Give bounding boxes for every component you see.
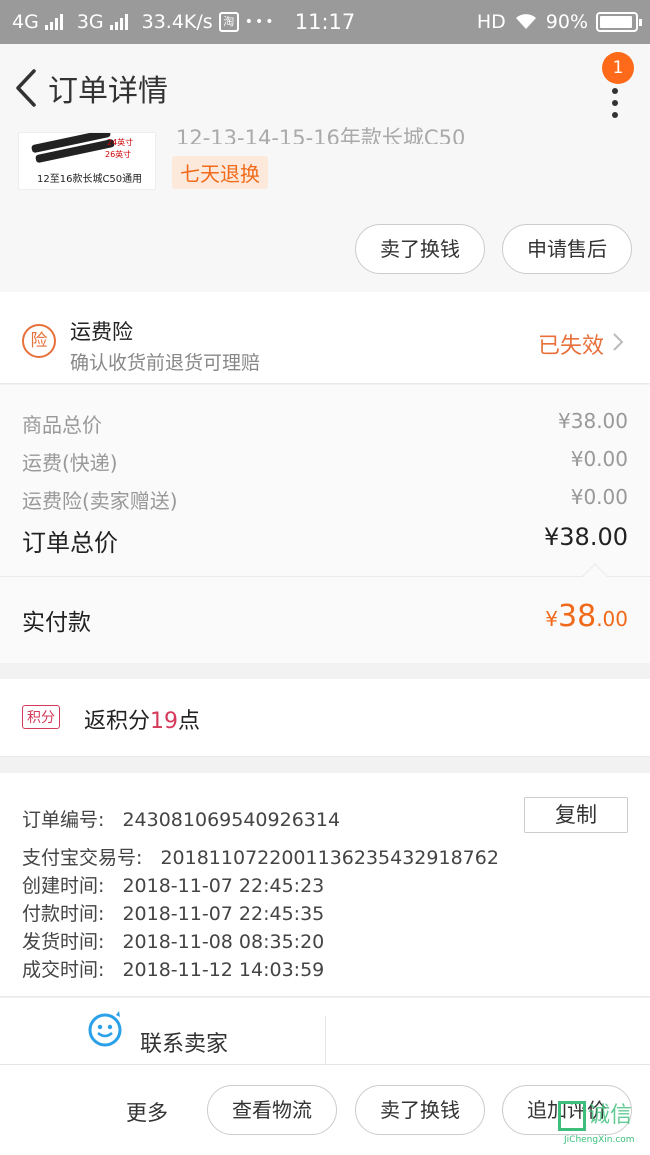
page-title: 订单详情 [48, 74, 168, 109]
points-text: 返积分19点 [84, 703, 200, 735]
copy-button[interactable]: 复制 [524, 797, 628, 833]
thumb-label-26: 26英寸 [105, 150, 132, 159]
nav-header: 订单详情 1 [0, 44, 650, 132]
taobao-notification-icon: 淘 [218, 12, 239, 32]
currency-symbol: ¥ [545, 607, 558, 631]
order-total-row: 订单总价 ¥38.00 [22, 523, 628, 558]
watermark-logo: 诚信 JiChengXin.com [528, 1095, 646, 1147]
signal-icon-2 [109, 14, 128, 30]
points-prefix: 返积分 [84, 709, 151, 734]
order-total-value: ¥38.00 [544, 523, 628, 551]
price-label: 运费(快递) [22, 451, 118, 475]
price-row: 运费险(卖家赠送) ¥0.00 [22, 485, 628, 514]
back-button[interactable] [4, 58, 48, 118]
price-value: ¥38.00 [558, 409, 628, 433]
actual-payment-amount: ¥38.00 [545, 599, 628, 634]
insurance-subtitle: 确认收货前退货可理赔 [70, 352, 261, 374]
battery-percent: 90% [545, 11, 588, 33]
time-label: 成交时间: [22, 959, 105, 981]
actual-payment-row: 实付款 ¥38.00 [0, 563, 650, 663]
alipay-label: 支付宝交易号: [22, 847, 143, 869]
signal-icon [44, 14, 63, 30]
price-value: ¥0.00 [570, 447, 628, 471]
notification-badge: 1 [602, 52, 634, 84]
alipay-number-row: 支付宝交易号: 2018110722001136235432918762 [22, 843, 499, 870]
points-icon: 积分 [22, 705, 60, 729]
price-row: 商品总价 ¥38.00 [22, 409, 628, 438]
time-row: 创建时间: 2018-11-07 22:45:23 [22, 871, 324, 898]
smiley-chat-icon[interactable] [86, 1010, 124, 1048]
contact-seller-button[interactable]: 联系卖家 [140, 1026, 228, 1058]
time-value: 2018-11-07 22:45:23 [122, 875, 325, 897]
time-row: 付款时间: 2018-11-07 22:45:35 [22, 899, 324, 926]
points-number: 19 [150, 709, 179, 734]
amount-integer: 38 [558, 599, 597, 634]
battery-icon [596, 12, 642, 32]
seven-day-return-tag: 七天退换 [172, 156, 268, 189]
network-type-1: 4G [12, 11, 39, 33]
amount-decimal: .00 [596, 607, 628, 631]
time-row: 发货时间: 2018-11-08 08:35:20 [22, 927, 324, 954]
time-row: 成交时间: 2018-11-12 14:03:59 [22, 955, 324, 982]
time-label: 付款时间: [22, 903, 105, 925]
chevron-right-icon [613, 333, 624, 351]
view-logistics-button[interactable]: 查看物流 [207, 1085, 337, 1135]
bottom-action-bar: 更多 查看物流 卖了换钱 追加评价 诚信 JiChengXin.com [0, 1064, 650, 1155]
time-label: 发货时间: [22, 931, 105, 953]
more-notifications-icon: ••• [244, 14, 276, 30]
order-number-row: 订单编号: 243081069540926314 [22, 805, 340, 832]
network-speed: 33.4K/s [141, 11, 213, 33]
insurance-status: 已失效 [537, 334, 604, 359]
time-label: 创建时间: [22, 875, 105, 897]
time-value: 2018-11-12 14:03:59 [122, 959, 325, 981]
price-label: 运费险(卖家赠送) [22, 489, 178, 513]
after-sale-button[interactable]: 申请售后 [502, 224, 632, 274]
vertical-dots-icon [612, 88, 618, 124]
time-value: 2018-11-07 22:45:35 [122, 903, 325, 925]
insurance-icon: 险 [22, 324, 56, 358]
thumb-label-24: 24英寸 [107, 138, 134, 147]
product-thumbnail[interactable]: 24英寸 26英寸 12至16款长城C50通用 [18, 132, 156, 190]
price-breakdown: 商品总价 ¥38.00 运费(快递) ¥0.00 运费险(卖家赠送) ¥0.00… [0, 385, 650, 577]
network-type-2: 3G [76, 11, 104, 33]
sell-button[interactable]: 卖了换钱 [355, 224, 485, 274]
wifi-icon [515, 14, 536, 29]
more-button[interactable]: 更多 [126, 1097, 168, 1127]
chevron-left-icon [16, 69, 36, 107]
status-bar: 4G 3G 33.4K/s 淘 ••• 11:17 HD 90% [0, 0, 650, 44]
price-label: 商品总价 [22, 413, 102, 437]
order-number-value: 243081069540926314 [122, 809, 341, 831]
contact-row: 联系卖家 [0, 998, 650, 1064]
price-row: 运费(快递) ¥0.00 [22, 447, 628, 476]
product-title[interactable]: 12-13-14-15-16年款长城C50 [176, 122, 616, 144]
more-menu-button[interactable]: 1 [596, 52, 634, 118]
points-suffix: 点 [178, 709, 201, 734]
order-info-section: 订单编号: 243081069540926314 复制 支付宝交易号: 2018… [0, 773, 650, 997]
watermark-url: JiChengXin.com [564, 1135, 635, 1145]
hd-indicator: HD [476, 11, 506, 33]
insurance-title: 运费险 [70, 320, 133, 344]
time-value: 2018-11-08 08:35:20 [122, 931, 325, 953]
product-card: 24英寸 26英寸 12至16款长城C50通用 12-13-14-15-16年款… [0, 126, 650, 292]
shipping-insurance-row[interactable]: 险 运费险 确认收货前退货可理赔 已失效 [0, 292, 650, 384]
order-total-label: 订单总价 [22, 529, 118, 557]
watermark-box-icon [558, 1101, 586, 1131]
order-number-label: 订单编号: [22, 809, 105, 831]
actual-payment-label: 实付款 [22, 610, 91, 636]
divider [325, 1016, 326, 1064]
points-row: 积分 返积分19点 [0, 679, 650, 757]
thumb-caption: 12至16款长城C50通用 [37, 174, 143, 185]
watermark-text: 诚信 [588, 1103, 633, 1128]
alipay-value: 2018110722001136235432918762 [160, 847, 499, 869]
price-value: ¥0.00 [570, 485, 628, 509]
sell-for-cash-button[interactable]: 卖了换钱 [355, 1085, 485, 1135]
